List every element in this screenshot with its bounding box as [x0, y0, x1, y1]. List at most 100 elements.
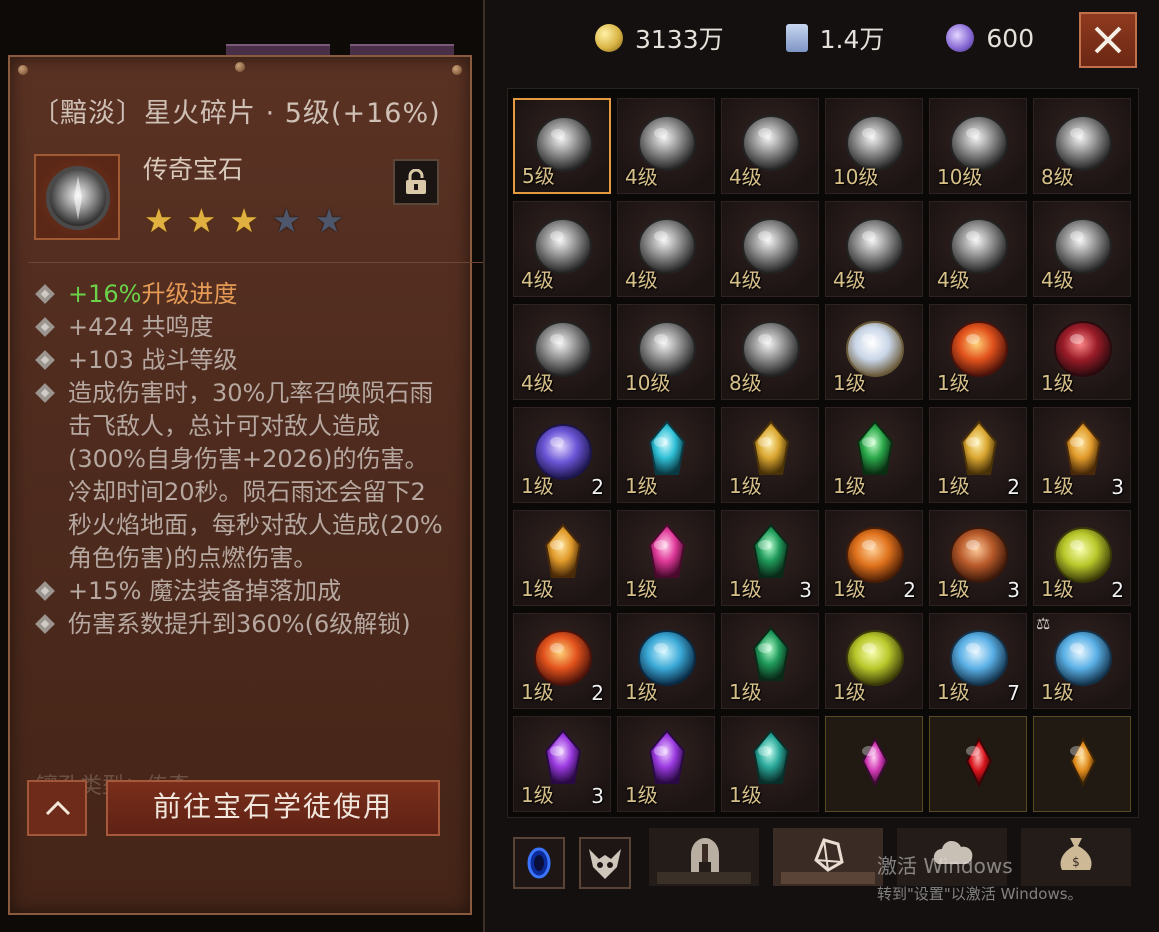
rivet: [235, 62, 245, 72]
gem-level: 4级: [521, 371, 554, 395]
gem-title: 〔黯淡〕星火碎片 · 5级(+16%): [32, 98, 441, 129]
goto-gem-apprentice-button[interactable]: 前往宝石学徒使用: [106, 780, 440, 836]
gem-level: 1级: [521, 783, 554, 807]
close-icon: [1094, 26, 1122, 54]
star-filled-icon: ★: [186, 201, 217, 240]
lock-button[interactable]: [393, 159, 439, 205]
tab-underline: [781, 872, 875, 884]
gem-quantity: 3: [1007, 578, 1020, 602]
gem-slot[interactable]: 1级: [513, 510, 611, 606]
bullet-icon: [35, 284, 55, 304]
close-button[interactable]: [1079, 12, 1137, 68]
gem-slot[interactable]: 1级 3: [1033, 407, 1131, 503]
gem-slot[interactable]: 1级: [617, 407, 715, 503]
gem-level: 4级: [729, 165, 762, 189]
gem-slot[interactable]: 1级 2: [513, 613, 611, 709]
currency-scroll: 1.4万: [785, 20, 884, 56]
cloud-tab[interactable]: [897, 828, 1007, 886]
star-filled-icon: ★: [229, 201, 259, 240]
gem-slot[interactable]: 1级 2: [513, 407, 611, 503]
gem-level: 4级: [625, 268, 658, 292]
blue-portal-tab[interactable]: [513, 837, 565, 889]
gem-slot[interactable]: 1级: [825, 613, 923, 709]
gem-tab[interactable]: [773, 828, 883, 886]
empty-gem-slot[interactable]: [825, 716, 923, 812]
bullet-icon: [35, 614, 55, 634]
stat-list: +16%升级进度 +424 共鸣度 +103 战斗等级 造成伤害时，30%几率召…: [35, 278, 446, 641]
gem-level: 1级: [1041, 371, 1074, 395]
gem-slot[interactable]: 1级: [617, 716, 715, 812]
gem-level: 4级: [729, 268, 762, 292]
stat-text: +424 共鸣度: [68, 313, 214, 341]
gem-quantity: 2: [591, 475, 604, 499]
rating-stars: ★ ★ ★ ★ ★: [144, 204, 344, 237]
gem-level: 10级: [937, 165, 983, 189]
gem-slot[interactable]: 1级: [929, 304, 1027, 400]
gem-level: 1级: [729, 680, 762, 704]
gem-level: 1级: [625, 680, 658, 704]
gem-level: 4级: [625, 165, 658, 189]
gem-level: 1级: [833, 680, 866, 704]
gem-slot[interactable]: 8级: [1033, 98, 1131, 194]
lock-icon: [406, 169, 426, 194]
gem-slot[interactable]: 1级: [1033, 304, 1131, 400]
gem-slot[interactable]: 4级: [929, 201, 1027, 297]
gem-level: 1级: [625, 474, 658, 498]
stat-text: +103 战斗等级: [68, 346, 238, 374]
gem-slot[interactable]: 4级: [617, 98, 715, 194]
gem-level: 1级: [937, 680, 970, 704]
chevron-up-icon: [45, 800, 71, 816]
gem-slot[interactable]: 1级: [825, 407, 923, 503]
gem-level: 8级: [1041, 165, 1074, 189]
star-empty-icon: ★: [271, 201, 302, 240]
demon-head-tab[interactable]: [579, 837, 631, 889]
gem-slot[interactable]: 4级: [825, 201, 923, 297]
currency-bar: 3133万 1.4万 600: [595, 20, 1034, 56]
gem-slot[interactable]: 1级 2: [1033, 510, 1131, 606]
red-slot-gem-icon: [965, 736, 993, 788]
gem-slot[interactable]: 1级 2: [825, 510, 923, 606]
gem-level: 10级: [625, 371, 671, 395]
gem-level: 1级: [729, 474, 762, 498]
gem-level: 1级: [937, 474, 970, 498]
gem-slot[interactable]: 4级: [721, 98, 819, 194]
gem-level: 1级: [729, 783, 762, 807]
gem-slot[interactable]: 1级 3: [721, 510, 819, 606]
helmet-tab[interactable]: [649, 828, 759, 886]
collapse-button[interactable]: [27, 780, 87, 836]
gem-slot[interactable]: 4级: [513, 201, 611, 297]
gem-slot[interactable]: 1级: [721, 716, 819, 812]
gem-slot[interactable]: 4级: [721, 201, 819, 297]
gem-slot[interactable]: 1级 3: [513, 716, 611, 812]
gem-level: 1级: [937, 371, 970, 395]
gem-level: 8级: [729, 371, 762, 395]
empty-gem-slot[interactable]: [1033, 716, 1131, 812]
gem-slot[interactable]: 1级: [825, 304, 923, 400]
gem-slot[interactable]: 5级: [513, 98, 611, 194]
orb-icon: [946, 24, 975, 52]
gem-slot[interactable]: 10级: [825, 98, 923, 194]
gem-slot[interactable]: 1级: [617, 510, 715, 606]
gem-slot[interactable]: 1级: [721, 613, 819, 709]
bag-tab[interactable]: $: [1021, 828, 1131, 886]
gem-slot[interactable]: 10级: [617, 304, 715, 400]
gem-level: 4级: [521, 268, 554, 292]
gem-slot[interactable]: 1级 3: [929, 510, 1027, 606]
gem-slot[interactable]: 1级 2: [929, 407, 1027, 503]
gem-slot[interactable]: ⚖ 1级: [1033, 613, 1131, 709]
gem-slot[interactable]: 4级: [1033, 201, 1131, 297]
stat-highlight: 16%: [88, 280, 142, 308]
gem-slot[interactable]: 4级: [617, 201, 715, 297]
stat-upgrade-progress: +16%升级进度: [35, 278, 446, 311]
gem-slot[interactable]: 1级 7: [929, 613, 1027, 709]
gem-slot[interactable]: 8级: [721, 304, 819, 400]
gem-slot[interactable]: 1级: [617, 613, 715, 709]
gem-slot[interactable]: 4级: [513, 304, 611, 400]
empty-gem-slot[interactable]: [929, 716, 1027, 812]
gem-slot[interactable]: 1级: [721, 407, 819, 503]
gem-level: 5级: [522, 164, 555, 188]
gem-level: 1级: [729, 577, 762, 601]
portal-icon: [527, 847, 551, 879]
stat-prefix: +: [68, 280, 89, 308]
gem-slot[interactable]: 10级: [929, 98, 1027, 194]
